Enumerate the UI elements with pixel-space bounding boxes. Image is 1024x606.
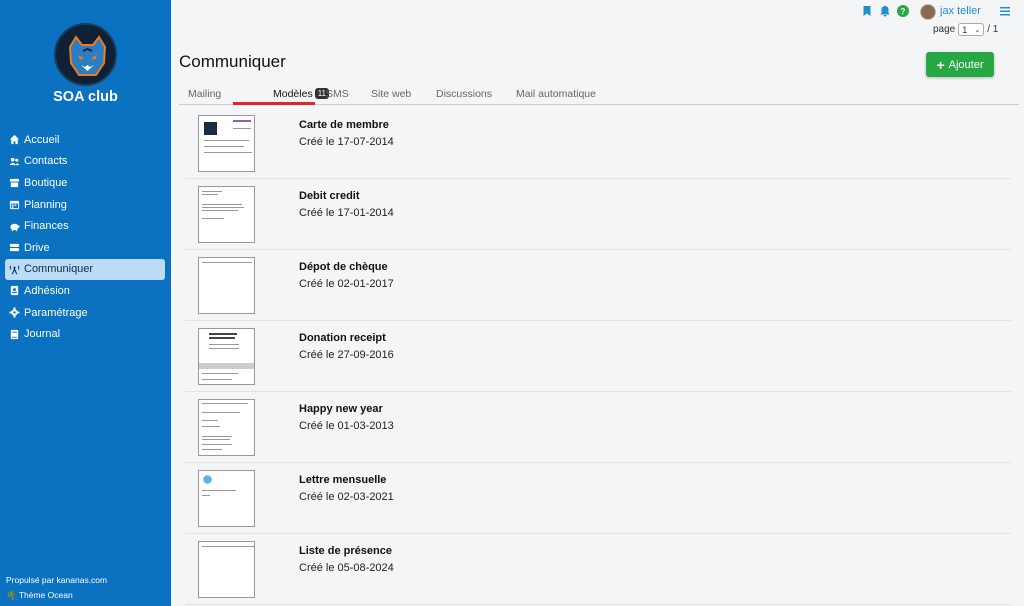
active-tab-indicator: [233, 102, 315, 105]
template-date: Créé le 02-01-2017: [299, 278, 394, 290]
sidebar: SOA club Accueil Contacts Boutique Plann…: [0, 0, 171, 606]
template-date: Créé le 05-08-2024: [299, 562, 394, 574]
help-icon[interactable]: ?: [897, 5, 909, 17]
piggy-bank-icon: [8, 220, 20, 232]
plus-icon: +: [936, 56, 945, 73]
drive-icon: [8, 242, 20, 254]
nav-item-boutique[interactable]: Boutique: [5, 172, 165, 194]
nav-label: Drive: [24, 241, 50, 254]
template-thumbnail: [198, 257, 255, 314]
template-date: Créé le 27-09-2016: [299, 349, 394, 361]
book-icon: [8, 328, 20, 340]
nav-item-contacts[interactable]: Contacts: [5, 151, 165, 173]
template-title: Debit credit: [299, 190, 360, 202]
tab-bar: Mailing Modèles 11 SMS Site web Discussio…: [179, 86, 1019, 105]
nav-label: Communiquer: [24, 263, 94, 276]
nav-label: Journal: [24, 328, 61, 341]
template-date: Créé le 02-03-2021: [299, 491, 394, 503]
bell-icon[interactable]: [879, 5, 891, 17]
nav-item-drive[interactable]: Drive: [5, 237, 165, 259]
nav-item-journal[interactable]: Journal: [5, 323, 165, 345]
users-icon: [8, 155, 20, 167]
template-item[interactable]: Liste de présence Créé le 05-08-2024: [185, 534, 1011, 605]
palm-icon: 🌴: [6, 590, 17, 600]
tab-label: Mailing: [188, 88, 222, 100]
tab-label: Mail automatique: [516, 88, 596, 100]
nav-item-planning[interactable]: Planning: [5, 194, 165, 216]
nav-label: Boutique: [24, 176, 68, 189]
calendar-icon: [8, 199, 20, 211]
id-card-icon: [8, 285, 20, 297]
svg-text:?: ?: [901, 7, 906, 16]
chevron-down-icon: ⌄: [974, 26, 981, 34]
powered-by-link[interactable]: Propulsé par kananas.com: [6, 575, 107, 585]
tab-mail-automatique[interactable]: Mail automatique: [516, 88, 596, 100]
template-title: Lettre mensuelle: [299, 474, 387, 486]
page-current: 1: [962, 24, 968, 35]
template-title: Donation receipt: [299, 332, 386, 344]
tab-label: Site web: [371, 88, 412, 100]
template-date: Créé le 17-07-2014: [299, 136, 394, 148]
nav-item-finances[interactable]: Finances: [5, 215, 165, 237]
nav-label: Planning: [24, 198, 67, 211]
tab-label: Modèles: [273, 88, 313, 100]
nav-label: Accueil: [24, 133, 60, 146]
home-icon: [8, 134, 20, 146]
template-thumbnail: [198, 328, 255, 385]
template-item[interactable]: Debit credit Créé le 17-01-2014: [185, 179, 1011, 250]
template-item[interactable]: Happy new year Créé le 01-03-2013: [185, 392, 1011, 463]
sidebar-footer: Propulsé par kananas.com 🌴 Thème Ocean: [6, 573, 107, 603]
club-name: SOA club: [53, 89, 118, 105]
page-select[interactable]: 1 ⌄: [958, 23, 985, 36]
user-avatar[interactable]: [920, 4, 936, 20]
page-total: / 1: [987, 24, 999, 35]
tab-label: Discussions: [436, 88, 493, 100]
store-icon: [8, 177, 20, 189]
template-item[interactable]: Donation receipt Créé le 27-09-2016: [185, 321, 1011, 392]
tab-sms[interactable]: SMS: [326, 88, 349, 100]
nav-label: Finances: [24, 220, 69, 233]
gear-icon: [8, 307, 20, 319]
add-button-label: Ajouter: [948, 58, 984, 71]
nav-label: Contacts: [24, 155, 68, 168]
nav-item-parametrage[interactable]: Paramétrage: [5, 302, 165, 324]
theme-link[interactable]: 🌴 Thème Ocean: [6, 588, 107, 603]
club-logo[interactable]: [54, 23, 117, 86]
tab-site-web[interactable]: Site web: [371, 88, 411, 100]
template-date: Créé le 17-01-2014: [299, 207, 394, 219]
tab-discussions[interactable]: Discussions: [436, 88, 492, 100]
bookmark-icon[interactable]: [861, 5, 873, 17]
template-thumbnail: [198, 186, 255, 243]
tab-mailing[interactable]: Mailing: [188, 88, 221, 100]
template-thumbnail: [198, 470, 255, 527]
template-title: Dépot de chèque: [299, 261, 388, 273]
user-menu-link[interactable]: jax teller: [940, 5, 981, 17]
template-item[interactable]: Carte de membre Créé le 17-07-2014: [185, 108, 1011, 179]
page-title: Communiquer: [179, 52, 286, 71]
template-thumbnail: [198, 541, 255, 598]
pagination: page 1 ⌄ / 1: [933, 23, 998, 36]
nav-item-communiquer[interactable]: Communiquer: [5, 258, 165, 281]
broadcast-icon: [8, 263, 20, 275]
page-label: page: [933, 24, 956, 35]
nav-label: Paramétrage: [24, 306, 88, 319]
template-title: Happy new year: [299, 403, 383, 415]
template-item[interactable]: Dépot de chèque Créé le 02-01-2017: [185, 250, 1011, 321]
template-title: Carte de membre: [299, 119, 389, 131]
template-title: Liste de présence: [299, 545, 392, 557]
template-item[interactable]: Lettre mensuelle Créé le 02-03-2021: [185, 463, 1011, 534]
template-thumbnail: [198, 115, 255, 172]
theme-label: Thème Ocean: [18, 590, 73, 600]
nav-label: Adhésion: [24, 284, 70, 297]
template-list: Carte de membre Créé le 17-07-2014 Debit…: [185, 108, 1011, 605]
add-button[interactable]: + Ajouter: [926, 52, 994, 77]
tab-label: SMS: [326, 88, 349, 100]
nav-item-adhesion[interactable]: Adhésion: [5, 280, 165, 302]
hamburger-menu-icon[interactable]: [999, 5, 1011, 17]
main-nav: Accueil Contacts Boutique Planning Finan…: [5, 129, 165, 345]
template-date: Créé le 01-03-2013: [299, 420, 394, 432]
tab-modeles[interactable]: Modèles 11: [273, 88, 330, 100]
template-thumbnail: [198, 399, 255, 456]
nav-item-accueil[interactable]: Accueil: [5, 129, 165, 151]
